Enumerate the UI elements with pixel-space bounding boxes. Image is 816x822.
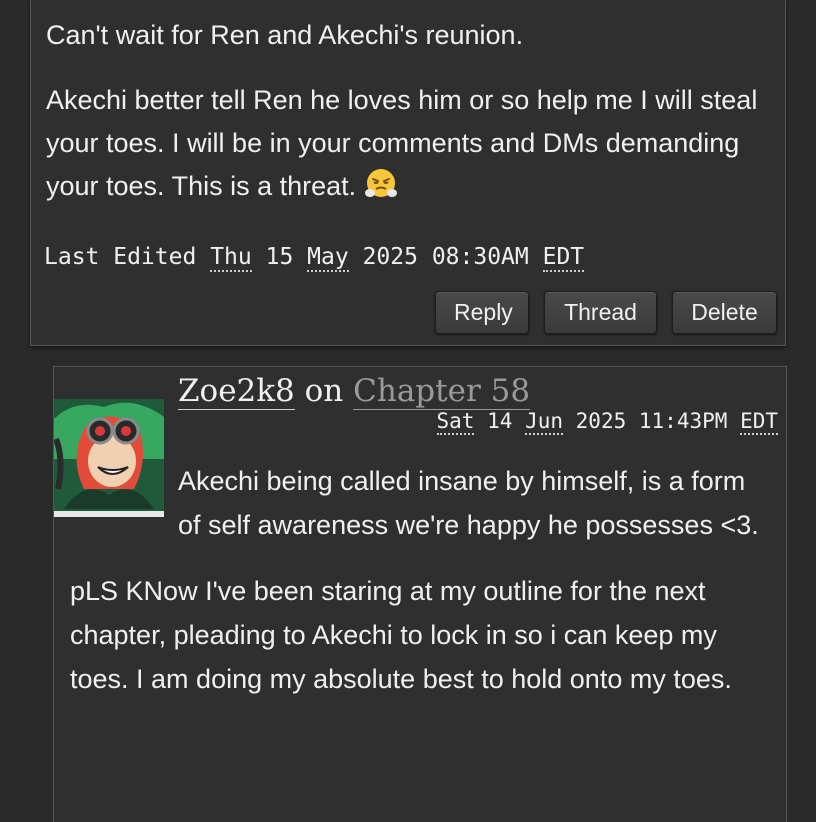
month-abbr: Jun <box>525 409 563 435</box>
day: 14 <box>487 409 513 433</box>
on-label: on <box>304 373 344 409</box>
last-edited-label: Last Edited <box>44 244 197 270</box>
thread-button[interactable]: Thread <box>544 291 657 334</box>
reply-button[interactable]: Reply <box>435 291 529 334</box>
timezone-abbr: EDT <box>542 244 585 272</box>
author-link[interactable]: Zoe2k8 <box>178 373 295 410</box>
month-abbr: May <box>307 244 349 272</box>
time: 11:43PM <box>638 409 728 433</box>
chapter-link[interactable]: Chapter 58 <box>353 373 531 410</box>
comment-byline: Zoe2k8 on Chapter 58 <box>178 373 531 410</box>
reply-comment-paragraph-2: pLS KNow I've been staring at my outline… <box>70 576 732 694</box>
comments-page: Can't wait for Ren and Akechi's reunion.… <box>0 0 816 822</box>
avatar-spacer <box>70 459 178 549</box>
parent-comment-body: Can't wait for Ren and Akechi's reunion.… <box>46 14 765 230</box>
reply-comment-body: Akechi being called insane by himself, i… <box>70 459 770 723</box>
year: 2025 <box>575 409 627 433</box>
timezone-abbr: EDT <box>740 409 778 435</box>
time: 08:30AM <box>431 244 529 270</box>
day: 15 <box>265 244 294 270</box>
parent-comment: Can't wait for Ren and Akechi's reunion.… <box>30 0 786 346</box>
reply-comment: Zoe2k8 on Chapter 58 Sat 14 Jun 2025 11:… <box>53 366 787 822</box>
parent-comment-paragraph-2-text: Akechi better tell Ren he loves him or s… <box>46 85 758 201</box>
weekday-abbr: Thu <box>210 244 252 272</box>
parent-comment-paragraph-2: Akechi better tell Ren he loves him or s… <box>46 79 765 208</box>
parent-comment-timestamp: Last Edited Thu 15 May 2025 08:30AM EDT <box>44 244 585 272</box>
weekday-abbr: Sat <box>436 409 475 435</box>
parent-comment-actions: Reply Thread Delete <box>435 291 777 334</box>
face-with-steam-from-nose-emoji-icon <box>364 167 398 201</box>
parent-comment-paragraph-1: Can't wait for Ren and Akechi's reunion. <box>46 20 524 50</box>
year: 2025 <box>362 244 418 270</box>
reply-comment-timestamp: Sat 14 Jun 2025 11:43PM EDT <box>436 409 778 435</box>
delete-button[interactable]: Delete <box>672 291 777 334</box>
